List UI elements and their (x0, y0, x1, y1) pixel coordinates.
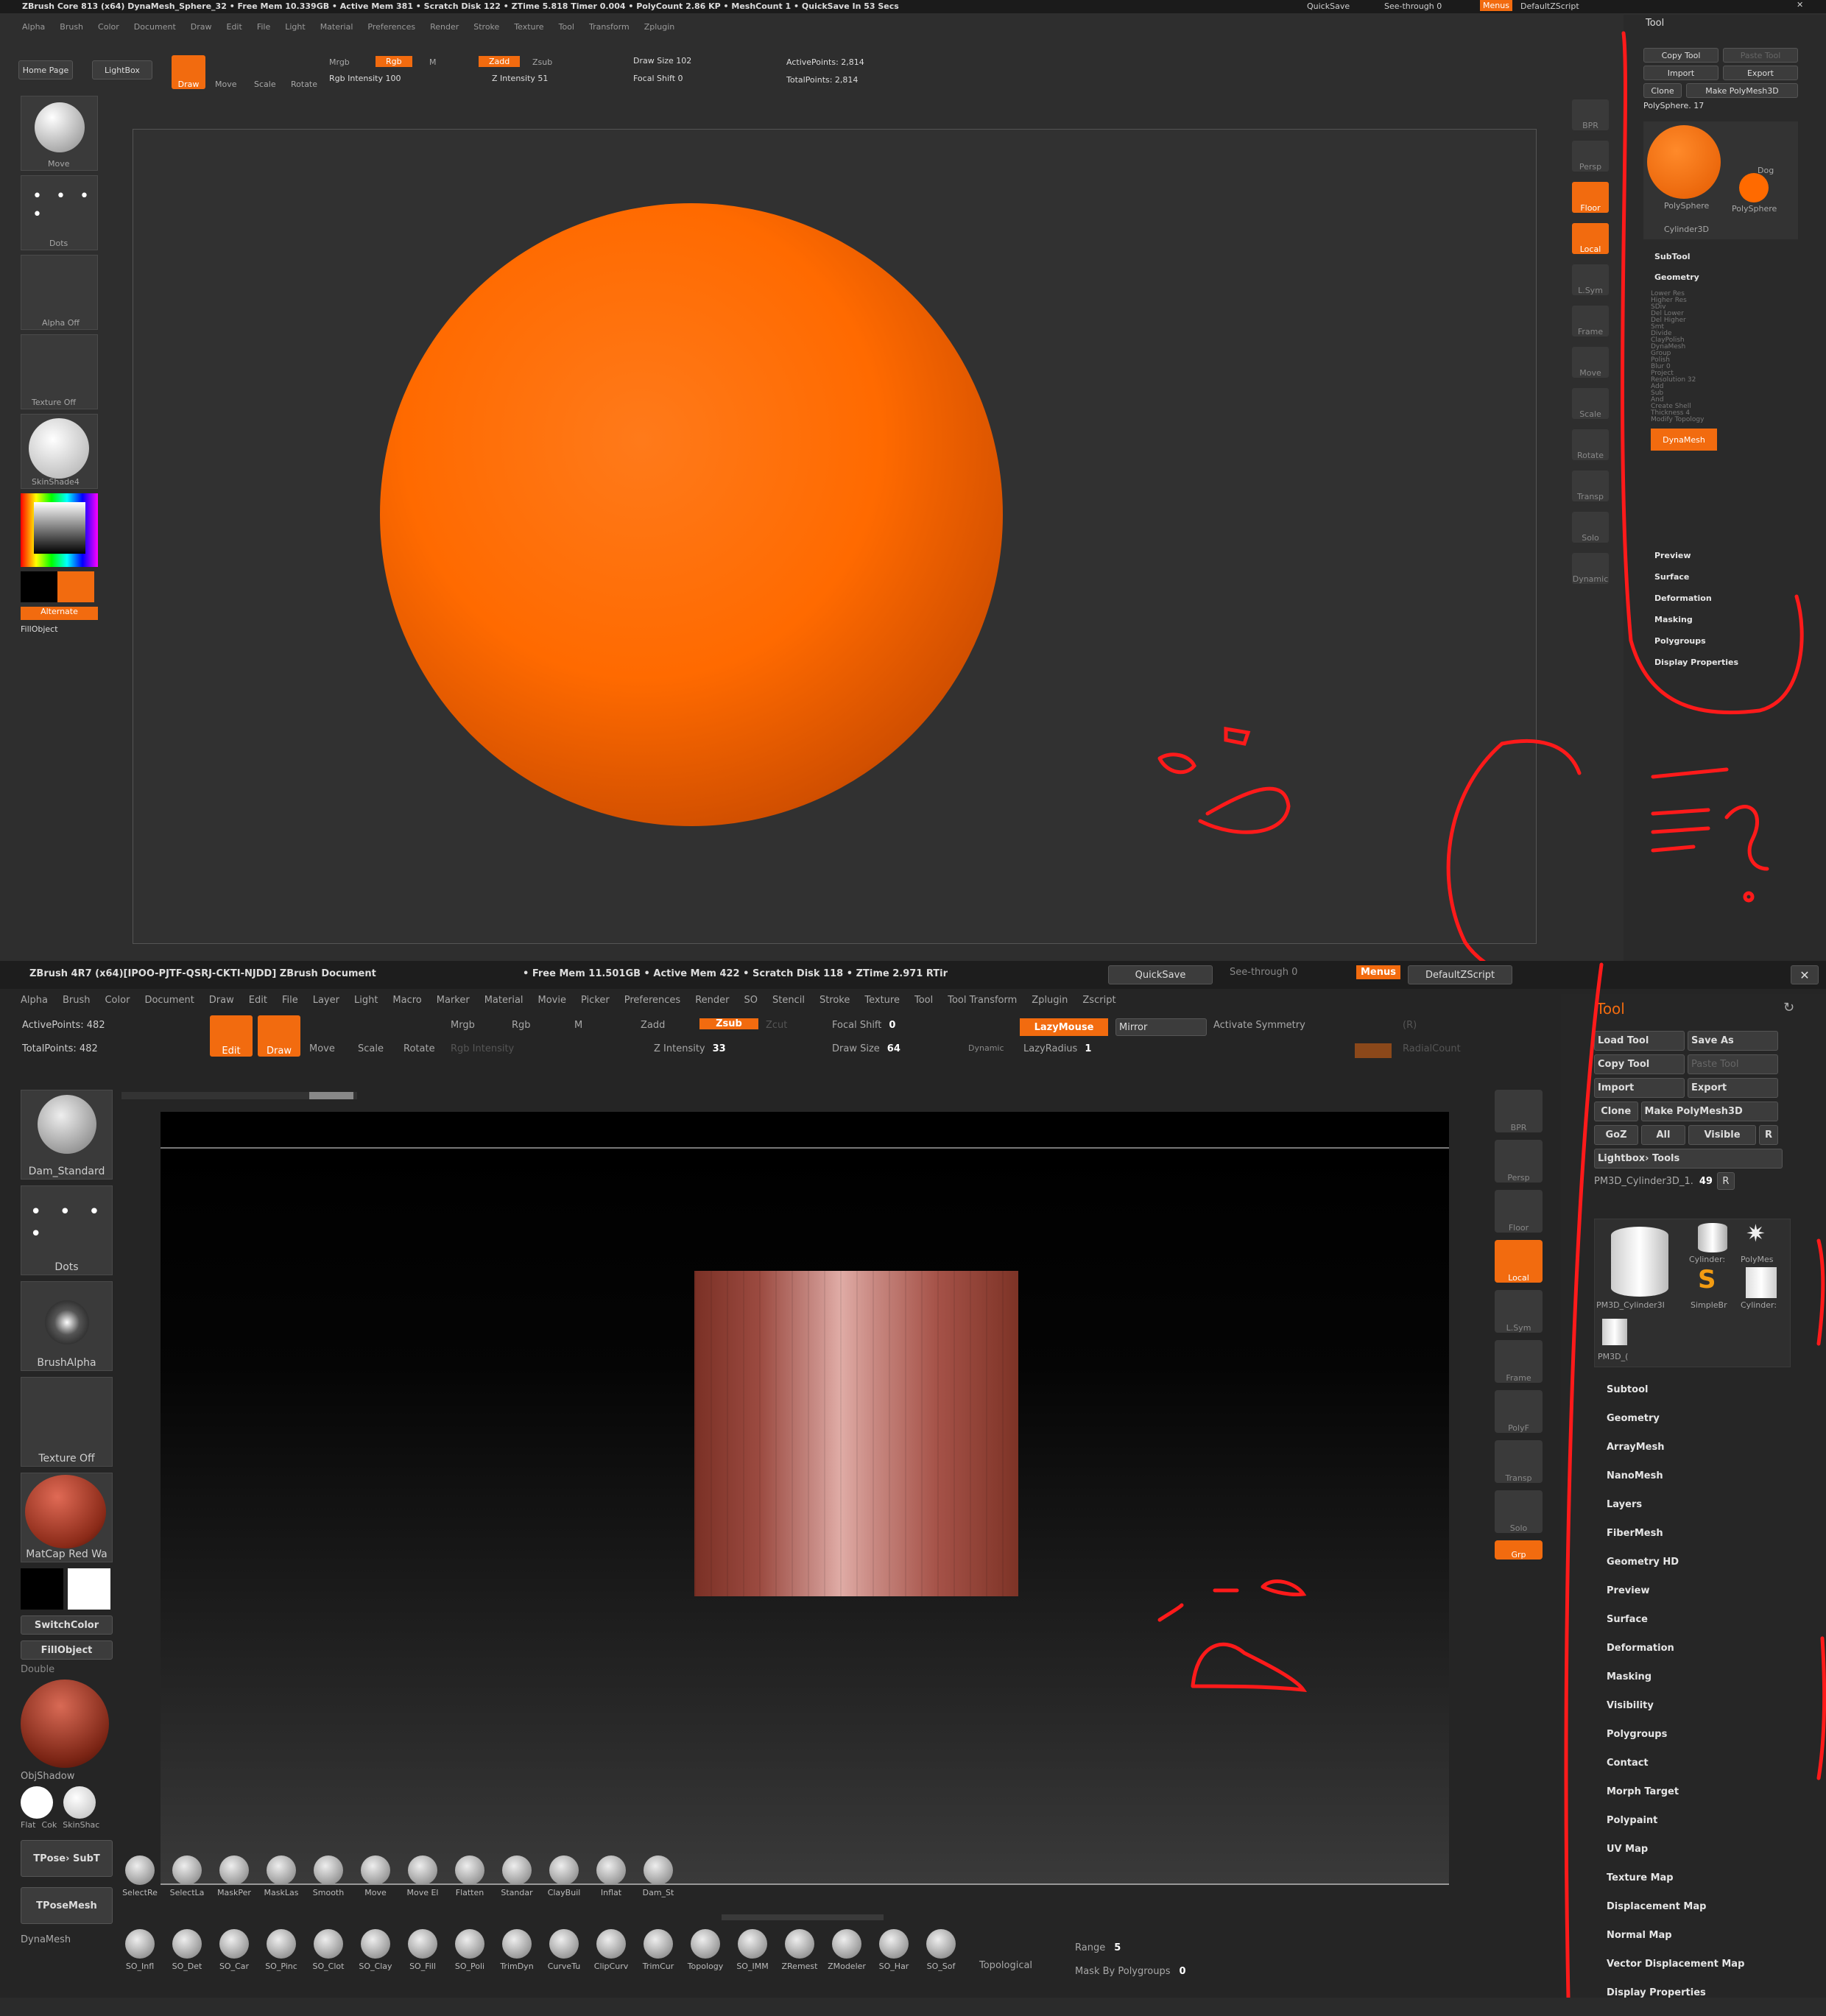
red-annotation-strokes (1157, 31, 1804, 961)
top-screenshot: ZBrush Core 813 (x64) DynaMesh_Sphere_32… (0, 0, 1826, 961)
bottom-annotations (1157, 962, 1826, 1998)
red-annotation-strokes-bottom (1157, 962, 1826, 1998)
bottom-screenshot: ZBrush 4R7 (x64)[IPOO-PJTF-QSRJ-CKTI-NJD… (0, 961, 1826, 1998)
top-annotations (1157, 31, 1804, 961)
